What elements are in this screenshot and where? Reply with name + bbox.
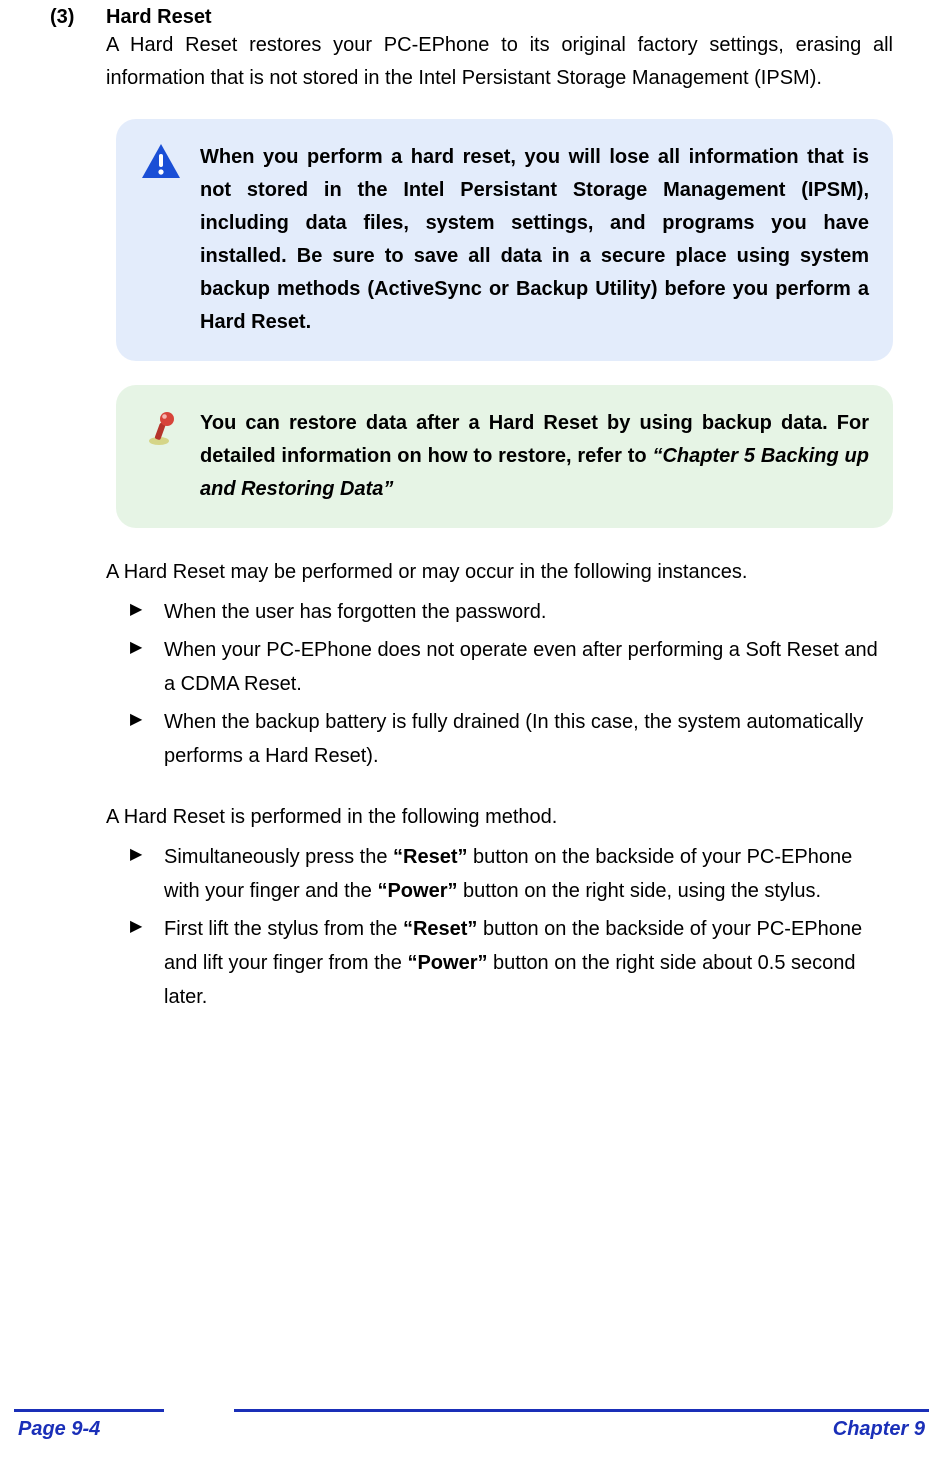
instances-lead: A Hard Reset may be performed or may occ…: [106, 556, 893, 589]
warning-text: When you perform a hard reset, you will …: [200, 141, 869, 339]
tip-text: You can restore data after a Hard Reset …: [200, 407, 869, 506]
intro-paragraph: A Hard Reset restores your PC-EPhone to …: [106, 29, 893, 95]
list-item: First lift the stylus from the “Reset” b…: [130, 912, 893, 1014]
list-item: When the user has forgotten the password…: [130, 595, 893, 629]
list-item: When the backup battery is fully drained…: [130, 705, 893, 773]
warning-callout: When you perform a hard reset, you will …: [116, 119, 893, 361]
tip-callout: You can restore data after a Hard Reset …: [116, 385, 893, 528]
warning-icon: [140, 141, 182, 339]
list-item: When your PC-EPhone does not operate eve…: [130, 633, 893, 701]
footer-chapter: Chapter 9: [833, 1418, 925, 1441]
instances-list: When the user has forgotten the password…: [130, 595, 893, 773]
method-lead: A Hard Reset is performed in the followi…: [106, 801, 893, 834]
method-list: Simultaneously press the “Reset” button …: [130, 840, 893, 1014]
list-item: Simultaneously press the “Reset” button …: [130, 840, 893, 908]
pin-icon: [140, 407, 182, 506]
footer-rule: [14, 1409, 929, 1412]
section-heading: (3) Hard Reset: [50, 6, 893, 29]
page-footer: Page 9-4 Chapter 9: [0, 1409, 943, 1441]
section-title: Hard Reset: [106, 6, 212, 29]
section-number: (3): [50, 6, 106, 29]
footer-page: Page 9-4: [18, 1418, 100, 1441]
